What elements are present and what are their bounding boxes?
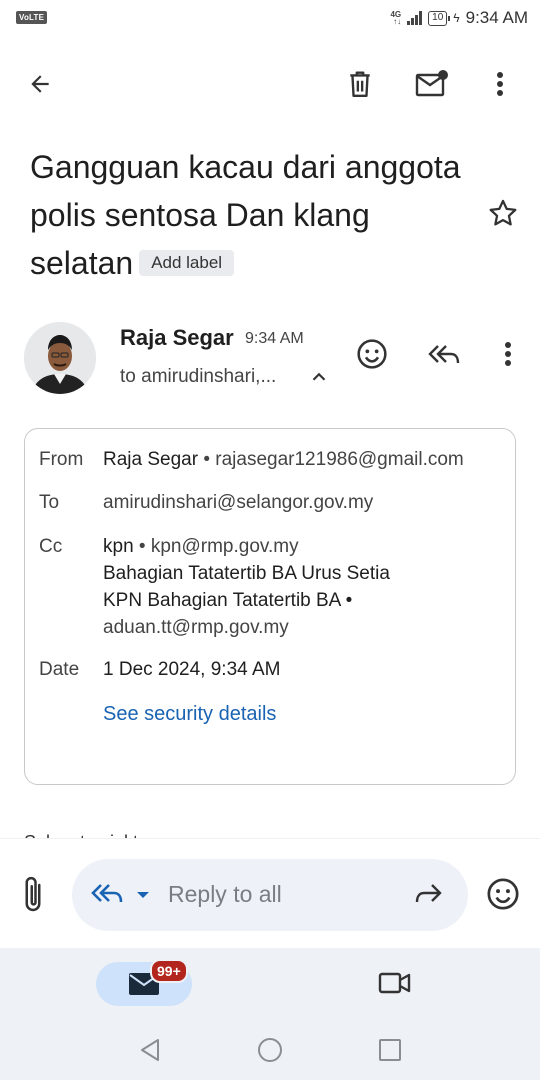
forward-icon[interactable] — [412, 881, 446, 909]
reply-mode-dropdown-icon[interactable] — [134, 887, 152, 903]
sender-name[interactable]: Raja Segar — [120, 325, 234, 351]
reply-bar: Reply to all — [0, 838, 540, 948]
trash-icon[interactable] — [340, 64, 380, 104]
system-recents-icon[interactable] — [376, 1036, 404, 1064]
more-vert-icon[interactable] — [488, 334, 528, 374]
signal-icon — [407, 11, 423, 25]
battery-icon: 10 — [428, 10, 451, 26]
avatar[interactable] — [24, 322, 96, 394]
emoji-reaction-icon[interactable] — [352, 334, 392, 374]
cc-line-3[interactable]: KPN Bahagian Tatatertib BA • — [103, 590, 352, 612]
to-label: To — [39, 492, 60, 513]
status-bar: VoLTE 4G ↑↓ 10 ϟ 9:34 AM — [0, 0, 540, 36]
reply-all-icon[interactable] — [90, 879, 126, 911]
reply-all-icon[interactable] — [424, 334, 464, 374]
from-value: Raja Segar • rajasegar121986@gmail.com — [103, 449, 464, 470]
bottom-nav — [0, 948, 540, 1020]
cc-line-1[interactable]: kpn • kpn@rmp.gov.my — [103, 536, 299, 558]
reply-placeholder: Reply to all — [168, 881, 282, 907]
charging-icon: ϟ — [453, 11, 460, 25]
from-name: Raja Segar — [103, 449, 199, 470]
attachment-icon[interactable] — [18, 875, 54, 915]
more-vert-icon[interactable] — [480, 64, 520, 104]
from-email[interactable]: rajasegar121986@gmail.com — [215, 449, 463, 470]
from-label: From — [39, 449, 84, 470]
cc-line-2[interactable]: Bahagian Tatatertib BA Urus Setia — [103, 563, 390, 585]
email-time: 9:34 AM — [245, 330, 304, 347]
security-details-link[interactable]: See security details — [103, 703, 276, 726]
email-subject: Gangguan kacau dari anggota polis sentos… — [30, 143, 470, 287]
video-meet-icon[interactable] — [378, 970, 414, 998]
subject-text: Gangguan kacau dari anggota polis sentos… — [30, 149, 461, 281]
to-value[interactable]: amirudinshari@selangor.gov.my — [103, 492, 373, 514]
system-navigation-bar — [0, 1020, 540, 1080]
status-bar-right: 4G ↑↓ 10 ϟ 9:34 AM — [390, 8, 528, 28]
emoji-icon[interactable] — [486, 877, 522, 913]
add-label-chip[interactable]: Add label — [139, 249, 235, 276]
date-label: Date — [39, 659, 80, 680]
top-app-bar — [0, 56, 540, 112]
volte-indicator: VoLTE — [16, 11, 48, 24]
network-type: 4G ↑↓ — [390, 10, 402, 26]
status-time: 9:34 AM — [465, 8, 528, 27]
system-back-icon[interactable] — [136, 1036, 164, 1064]
email-details-card: From Raja Segar • rajasegar121986@gmail.… — [24, 428, 516, 785]
chevron-up-icon[interactable] — [308, 366, 330, 388]
cc-label: Cc — [39, 536, 63, 557]
system-home-icon[interactable] — [256, 1036, 284, 1064]
cc-line-4[interactable]: aduan.tt@rmp.gov.my — [103, 617, 289, 639]
reply-input[interactable]: Reply to all — [72, 859, 468, 931]
mark-unread-icon[interactable] — [412, 64, 452, 104]
date-value: 1 Dec 2024, 9:34 AM — [103, 659, 281, 680]
recipient-summary[interactable]: to amirudinshari,... — [120, 366, 276, 388]
unread-count-badge: 99+ — [150, 959, 188, 983]
back-arrow-icon[interactable] — [20, 64, 60, 104]
star-icon[interactable] — [486, 196, 522, 232]
